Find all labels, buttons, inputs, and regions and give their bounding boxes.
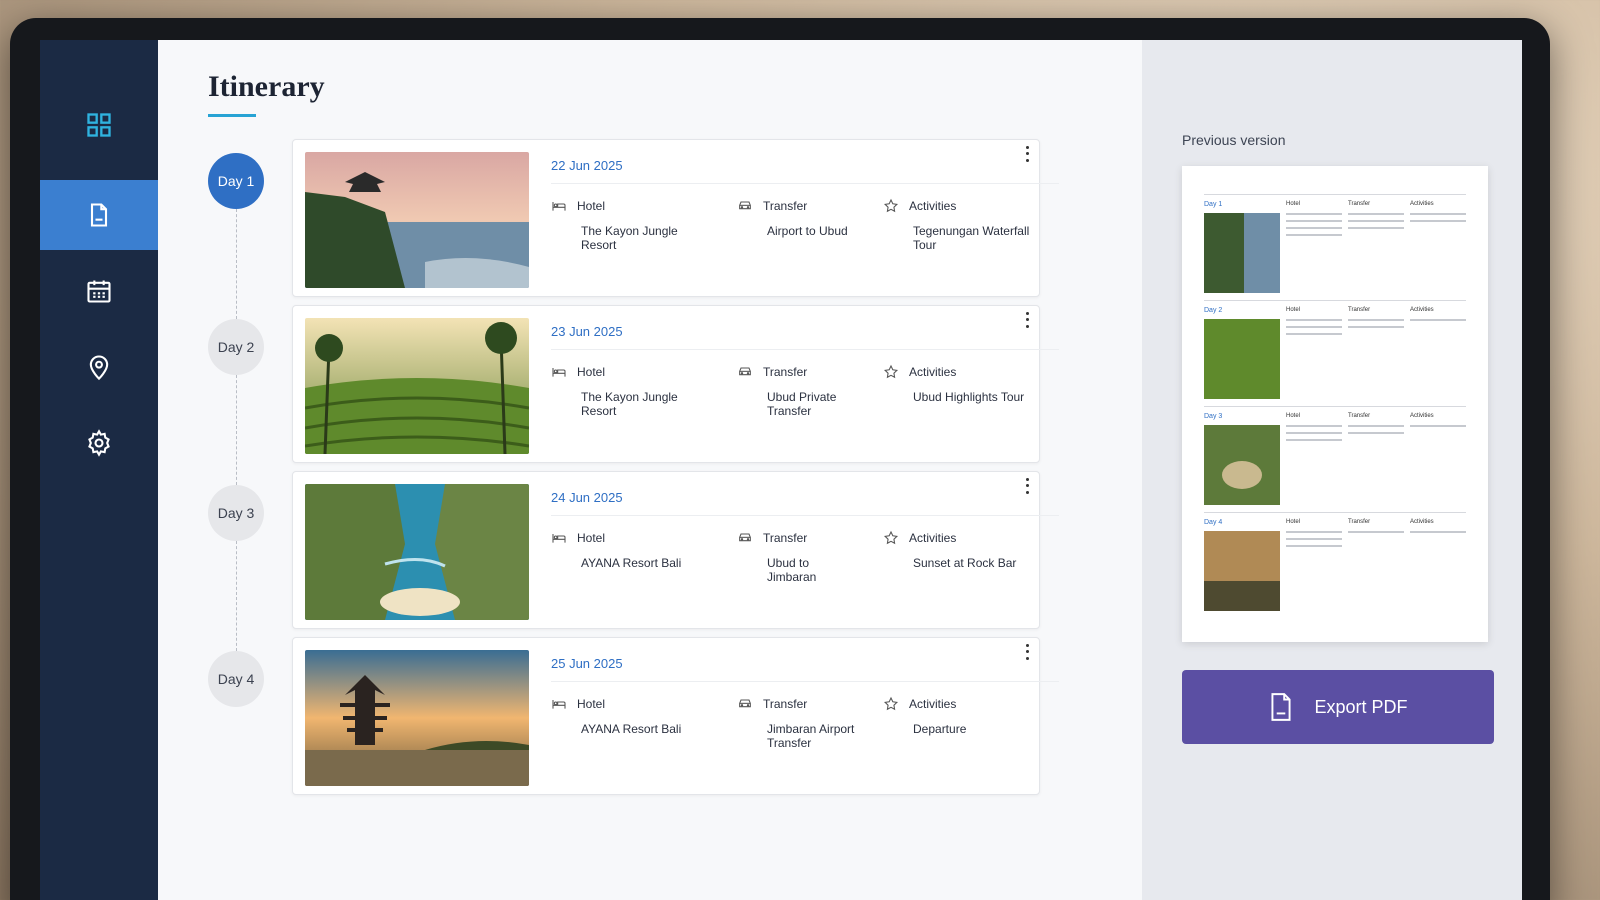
preview-day-label: Day 3	[1204, 413, 1223, 420]
transfer-detail: Transfer Ubud to Jimbaran	[737, 530, 857, 584]
more-options-icon[interactable]	[1021, 642, 1033, 662]
preview-day-label: Day 2	[1204, 307, 1223, 314]
transfer-detail: Transfer Ubud Private Transfer	[737, 364, 857, 418]
bed-icon	[552, 202, 566, 211]
preview-thumb	[1204, 213, 1280, 293]
day-date: 25 Jun 2025	[551, 656, 1059, 682]
preview-thumb	[1204, 319, 1280, 399]
itinerary-timeline: Day 1 22 Jun 2025 Hotel The Kayon Jungle…	[208, 139, 1102, 795]
bed-icon	[552, 700, 566, 709]
day-row: Day 1 22 Jun 2025 Hotel The Kayon Jungle…	[208, 139, 1102, 319]
preview-day-label: Day 4	[1204, 519, 1223, 526]
day-row: Day 2 23 Jun 2025 Hotel The Kayon Jungle…	[208, 305, 1102, 485]
car-icon	[739, 699, 751, 708]
day-marker[interactable]: Day 3	[208, 485, 264, 541]
day-marker[interactable]: Day 1	[208, 153, 264, 209]
day-card[interactable]: 22 Jun 2025 Hotel The Kayon Jungle Resor…	[292, 139, 1059, 297]
hotel-detail: Hotel The Kayon Jungle Resort	[551, 364, 711, 418]
grid-icon	[87, 113, 111, 137]
preview-day-label: Day 1	[1204, 201, 1223, 208]
sidebar-item-documents[interactable]	[40, 180, 158, 250]
sidebar-item-locations[interactable]	[40, 332, 158, 402]
bed-icon	[552, 534, 566, 543]
day-date: 24 Jun 2025	[551, 490, 1059, 516]
day-image-rice-terraces	[305, 318, 529, 454]
timeline-connector	[236, 209, 237, 319]
app-screen: Itinerary Day 1 22 Jun 2025 Hotel The Ka…	[40, 40, 1522, 900]
sidebar-item-dashboard[interactable]	[40, 90, 158, 160]
document-icon	[90, 203, 108, 227]
day-image-coastal-cliffs	[305, 484, 529, 620]
bed-icon	[552, 368, 566, 377]
day-card[interactable]: 23 Jun 2025 Hotel The Kayon Jungle Resor…	[292, 305, 1059, 463]
transfer-detail: Transfer Airport to Ubud	[737, 198, 857, 252]
star-icon	[883, 198, 899, 213]
day-row: Day 3 24 Jun 2025 Hotel AYANA Resort Bal…	[208, 471, 1102, 651]
day-card[interactable]: 24 Jun 2025 Hotel AYANA Resort Bali Tran…	[292, 471, 1059, 629]
page-title: Itinerary	[208, 70, 325, 103]
activities-detail: Activities Tegenungan Waterfall Tour	[883, 198, 1033, 252]
day-row: Day 4 25 Jun 2025 Hotel AYANA Resort Bal…	[208, 637, 1102, 795]
version-panel: Previous version Day 1 Hotel Transfer Ac…	[1142, 40, 1522, 900]
sidebar-item-settings[interactable]	[40, 408, 158, 478]
file-icon	[1271, 693, 1292, 721]
preview-day: Day 1 Hotel Transfer Activities	[1204, 194, 1466, 300]
day-date: 22 Jun 2025	[551, 158, 1059, 184]
day-image-temple-cliff	[305, 152, 529, 288]
activities-detail: Activities Sunset at Rock Bar	[883, 530, 1033, 584]
day-image-lake-temple	[305, 650, 529, 786]
day-marker[interactable]: Day 4	[208, 651, 264, 707]
sidebar	[40, 40, 158, 900]
preview-day: Day 2 Hotel Transfer Activities	[1204, 300, 1466, 406]
main-content: Itinerary Day 1 22 Jun 2025 Hotel The Ka…	[158, 40, 1142, 900]
export-pdf-label: Export PDF	[1314, 696, 1408, 717]
sidebar-item-calendar[interactable]	[40, 256, 158, 326]
previous-version-thumbnail[interactable]: Day 1 Hotel Transfer Activities Day 2 Ho…	[1182, 166, 1488, 642]
hotel-detail: Hotel The Kayon Jungle Resort	[551, 198, 711, 252]
car-icon	[739, 367, 751, 376]
more-options-icon[interactable]	[1021, 310, 1033, 330]
timeline-connector	[236, 375, 237, 485]
timeline-connector	[236, 541, 237, 651]
more-options-icon[interactable]	[1021, 476, 1033, 496]
preview-day: Day 4 Hotel Transfer Activities	[1204, 512, 1466, 618]
car-icon	[739, 533, 751, 542]
transfer-detail: Transfer Jimbaran Airport Transfer	[737, 696, 857, 750]
preview-thumb	[1204, 531, 1280, 611]
activities-detail: Activities Ubud Highlights Tour	[883, 364, 1033, 418]
export-pdf-button[interactable]: Export PDF	[1182, 670, 1494, 744]
preview-day: Day 3 Hotel Transfer Activities	[1204, 406, 1466, 512]
hotel-detail: Hotel AYANA Resort Bali	[551, 696, 711, 750]
day-date: 23 Jun 2025	[551, 324, 1059, 350]
hotel-detail: Hotel AYANA Resort Bali	[551, 530, 711, 584]
day-marker[interactable]: Day 2	[208, 319, 264, 375]
settings-gear-icon	[88, 429, 110, 457]
location-pin-icon	[89, 355, 109, 381]
calendar-icon	[87, 280, 111, 303]
preview-thumb	[1204, 425, 1280, 505]
day-card[interactable]: 25 Jun 2025 Hotel AYANA Resort Bali Tran…	[292, 637, 1059, 795]
previous-version-label: Previous version	[1182, 132, 1286, 148]
star-icon	[883, 530, 899, 545]
monitor-bezel: Itinerary Day 1 22 Jun 2025 Hotel The Ka…	[10, 18, 1550, 900]
car-icon	[739, 201, 751, 210]
title-underline	[208, 114, 256, 117]
more-options-icon[interactable]	[1021, 144, 1033, 164]
star-icon	[883, 696, 899, 711]
star-icon	[883, 364, 899, 379]
activities-detail: Activities Departure	[883, 696, 1033, 750]
